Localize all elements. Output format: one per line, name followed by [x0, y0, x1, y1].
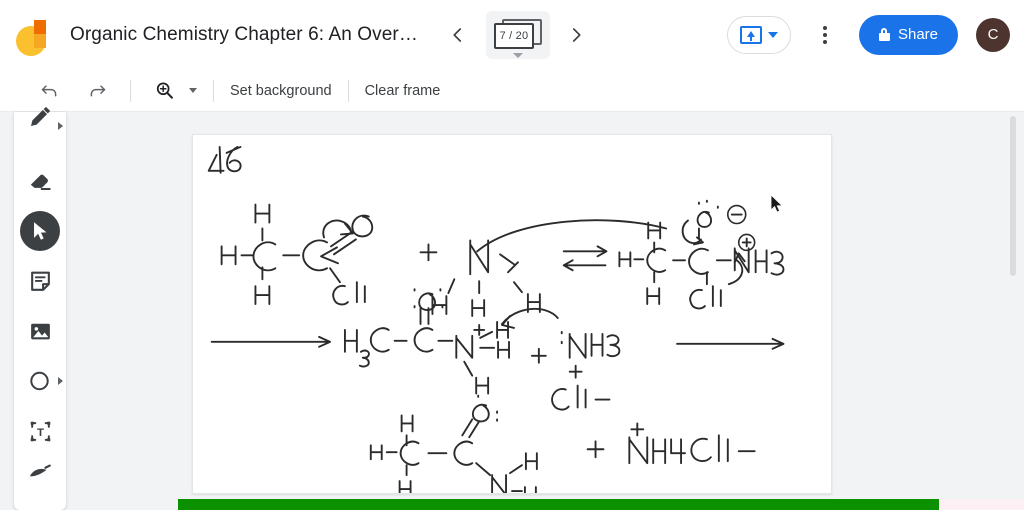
toolbar-divider	[347, 79, 349, 102]
undo-arrow-icon	[41, 85, 56, 97]
toolbar-divider	[130, 79, 131, 102]
avatar-initial: C	[987, 26, 999, 43]
more-options-button[interactable]	[809, 16, 841, 54]
eraser-tool[interactable]	[14, 156, 66, 206]
clear-frame-button[interactable]: Clear frame	[365, 83, 441, 99]
jam-frame-board[interactable]	[192, 134, 832, 494]
present-dropdown-caret-icon[interactable]	[767, 31, 778, 38]
frame-stack-icon: 7 / 20	[493, 18, 542, 51]
canvas-area[interactable]	[80, 112, 1024, 510]
share-button-label: Share	[897, 26, 938, 43]
laser-pointer-icon	[30, 464, 51, 477]
handwritten-chemistry-drawing	[207, 145, 785, 493]
sticky-note-tool[interactable]	[14, 256, 66, 306]
lock-icon	[878, 28, 890, 41]
frame-expand-caret-icon	[512, 52, 523, 58]
present-screen-icon	[739, 25, 762, 44]
circle-shape-icon	[30, 371, 49, 391]
edit-toolbar: Set background Clear frame	[0, 70, 1024, 112]
pen-icon	[31, 106, 51, 126]
image-tool[interactable]	[14, 306, 66, 356]
text-box-tool[interactable]: T	[14, 406, 66, 456]
undo-button[interactable]	[32, 74, 66, 108]
cursor-arrow-icon	[34, 222, 47, 240]
frame-counter-label: 7 / 20	[499, 29, 529, 42]
eraser-icon	[30, 174, 51, 190]
toolbar-divider	[213, 79, 214, 102]
loading-progress-fill	[178, 499, 940, 510]
chevron-right-icon	[572, 27, 581, 42]
pen-expander-caret-icon[interactable]	[58, 122, 63, 130]
sticky-note-icon	[30, 271, 50, 291]
pen-tool[interactable]	[14, 106, 66, 156]
header-actions: Share C	[726, 14, 1010, 55]
previous-frame-button[interactable]	[440, 17, 476, 53]
avatar[interactable]: C	[976, 17, 1010, 52]
next-frame-button[interactable]	[558, 17, 594, 53]
shape-expander-caret-icon[interactable]	[58, 377, 63, 385]
loading-progress-track	[178, 499, 1024, 510]
jamboard-logo-icon	[12, 12, 58, 58]
image-icon	[30, 323, 50, 339]
frame-counter-button[interactable]: 7 / 20	[485, 10, 550, 59]
shape-tool[interactable]	[14, 356, 66, 406]
chevron-left-icon	[453, 27, 462, 42]
redo-arrow-icon	[90, 85, 105, 97]
zoom-button[interactable]	[147, 74, 181, 108]
set-background-button[interactable]: Set background	[230, 83, 332, 99]
canvas-vertical-scrollbar[interactable]	[1010, 116, 1016, 276]
zoom-dropdown-caret-icon[interactable]	[189, 88, 197, 93]
redo-button[interactable]	[80, 74, 114, 108]
zoom-in-magnifier-icon	[156, 82, 173, 99]
page-title[interactable]: Organic Chemistry Chapter 6: An Over…	[70, 24, 418, 46]
app-header: Organic Chemistry Chapter 6: An Over… 7 …	[0, 0, 1024, 70]
jamboard-app: Organic Chemistry Chapter 6: An Over… 7 …	[0, 0, 1024, 510]
present-button[interactable]	[726, 15, 791, 54]
select-tool[interactable]	[14, 206, 66, 256]
share-button[interactable]: Share	[858, 14, 958, 55]
laser-pointer-tool[interactable]	[14, 456, 66, 492]
text-box-icon: T	[30, 421, 50, 441]
tool-rail: T	[14, 106, 66, 510]
svg-text:T: T	[37, 427, 44, 439]
